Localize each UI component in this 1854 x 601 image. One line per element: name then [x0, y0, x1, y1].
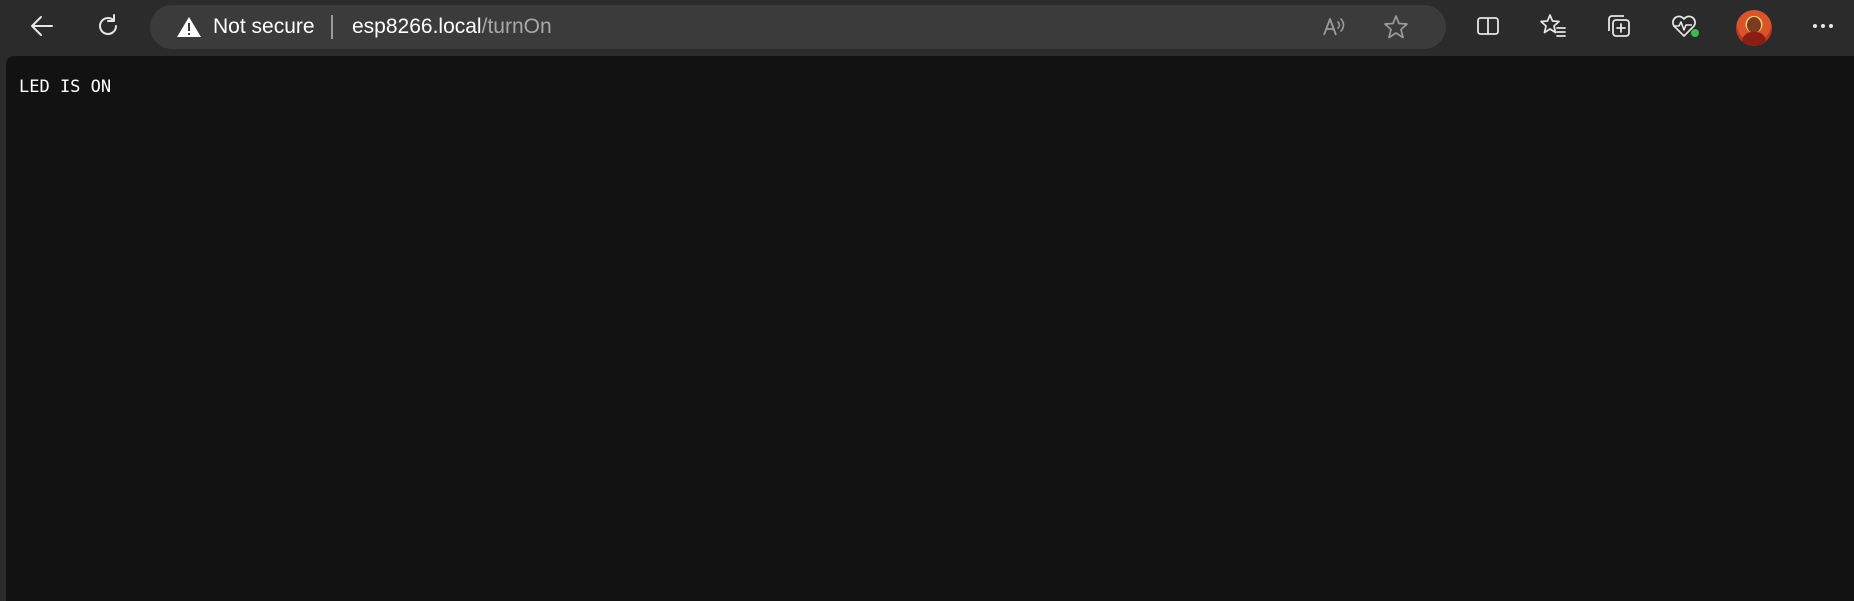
- split-screen-icon: [1474, 12, 1502, 40]
- browser-essentials-button[interactable]: [1663, 4, 1707, 48]
- warning-icon[interactable]: [176, 16, 202, 38]
- profile-avatar[interactable]: [1736, 10, 1772, 46]
- avatar-body: [1742, 32, 1766, 46]
- collections-button[interactable]: [1597, 4, 1641, 48]
- favorites-icon: [1539, 12, 1567, 40]
- url-path: /turnOn: [481, 15, 552, 38]
- security-status-label[interactable]: Not secure: [213, 15, 315, 39]
- page-content: LED IS ON: [6, 56, 1854, 601]
- star-outline-icon[interactable]: [1382, 13, 1410, 46]
- browser-essentials-icon: [1670, 12, 1700, 40]
- address-divider: [331, 15, 333, 39]
- refresh-icon: [94, 12, 122, 40]
- more-button[interactable]: [1801, 4, 1845, 48]
- back-button[interactable]: [20, 4, 64, 48]
- browser-toolbar: Not secure esp8266.local/turnOn: [0, 0, 1854, 54]
- refresh-button[interactable]: [86, 4, 130, 48]
- avatar-face: [1747, 17, 1761, 33]
- split-screen-button[interactable]: [1466, 4, 1510, 48]
- url-host: esp8266.local: [352, 15, 482, 38]
- address-bar[interactable]: Not secure esp8266.local/turnOn: [150, 5, 1446, 49]
- read-aloud-icon[interactable]: [1320, 13, 1348, 46]
- led-status-text: LED IS ON: [19, 77, 112, 97]
- more-icon: [1809, 12, 1837, 40]
- collections-icon: [1605, 12, 1633, 40]
- favorites-button[interactable]: [1531, 4, 1575, 48]
- arrow-left-icon: [28, 12, 56, 40]
- url-text[interactable]: esp8266.local/turnOn: [352, 15, 552, 39]
